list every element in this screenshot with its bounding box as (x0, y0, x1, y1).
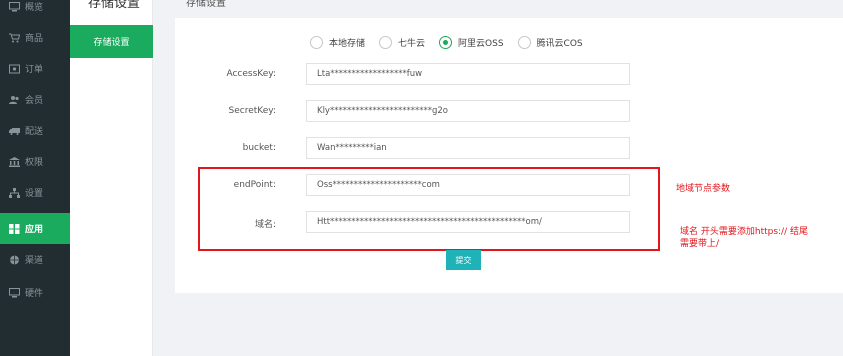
nav-item-label: 商品 (25, 34, 44, 44)
users-icon (9, 95, 20, 105)
order-icon (9, 64, 20, 74)
nav-item-label: 设置 (25, 189, 44, 199)
subnav-item-storage-settings[interactable]: 存储设置 (70, 25, 153, 58)
radio-label: 阿里云OSS (458, 39, 504, 49)
nav-item-label: 权限 (25, 158, 44, 168)
globe-icon (9, 255, 20, 265)
endpoint-annotation: 地域节点参数 (676, 184, 731, 194)
radio-circle[interactable] (310, 36, 323, 49)
annotation-highlight-box (198, 167, 660, 251)
nav-item-products[interactable]: 商品 (0, 22, 70, 53)
radio-qiniu[interactable]: 七牛云 (379, 36, 425, 49)
bucket-input[interactable]: Wan*********ian (306, 137, 630, 159)
bank-icon (9, 156, 20, 167)
page-title: 存储设置 (186, 0, 226, 9)
monitor-icon (9, 287, 20, 298)
nav-item-label: 应用 (25, 225, 44, 235)
radio-label: 本地存储 (329, 39, 366, 49)
apps-icon (9, 223, 20, 234)
nav-item-settings[interactable]: 设置 (0, 177, 70, 208)
nav-item-overview[interactable]: 概览 (0, 0, 70, 22)
nav-item-label: 概览 (25, 3, 44, 13)
sitemap-icon (9, 187, 20, 198)
nav-item-apps[interactable]: 应用 (0, 213, 70, 244)
radio-circle[interactable] (379, 36, 393, 49)
radio-tencent-cos[interactable]: 腾讯云COS (517, 36, 583, 49)
cart-icon (9, 33, 21, 43)
nav-item-orders[interactable]: 订单 (0, 53, 70, 84)
monitor-icon (9, 1, 20, 12)
domain-annotation-line1: 域名 开头需要添加https:// 结尾 (680, 227, 808, 237)
radio-label: 七牛云 (398, 39, 426, 49)
secretkey-input[interactable]: Kly************************g2o (306, 100, 630, 122)
accesskey-input[interactable]: Lta******************fuw (306, 63, 630, 85)
radio-local-storage[interactable]: 本地存储 (310, 36, 365, 49)
main-sidebar: 概览 商品 订单 会员 配送 权限 设置 应用 渠道 硬件 (0, 0, 70, 356)
nav-item-label: 硬件 (25, 289, 44, 299)
nav-item-label: 配送 (25, 127, 44, 137)
radio-label: 腾讯云COS (536, 39, 583, 49)
nav-item-permissions[interactable]: 权限 (0, 146, 70, 177)
radio-circle[interactable] (517, 36, 531, 49)
app-root: 概览 商品 订单 会员 配送 权限 设置 应用 渠道 硬件 存储设置 存储设置 … (0, 0, 843, 356)
secretkey-label: SecretKey: (228, 106, 276, 116)
truck-icon (9, 126, 20, 136)
nav-item-channels[interactable]: 渠道 (0, 244, 70, 275)
secondary-sidebar-title: 存储设置 (88, 0, 141, 11)
secondary-sidebar: 存储设置 存储设置 (70, 0, 153, 356)
accesskey-label: AccessKey: (226, 69, 276, 79)
submit-button[interactable]: 提交 (446, 250, 481, 270)
storage-type-radio-group: 本地存储 七牛云 阿里云OSS 腾讯云COS (310, 36, 583, 49)
nav-item-hardware[interactable]: 硬件 (0, 277, 70, 308)
nav-item-delivery[interactable]: 配送 (0, 115, 70, 146)
nav-item-members[interactable]: 会员 (0, 84, 70, 115)
main-header: 存储设置 (174, 0, 843, 14)
nav-item-label: 渠道 (25, 256, 44, 266)
radio-aliyun-oss[interactable]: 阿里云OSS (439, 36, 504, 49)
radio-circle[interactable] (439, 36, 453, 49)
bucket-label: bucket: (242, 143, 276, 153)
domain-annotation-line2: 需要带上/ (680, 239, 720, 249)
nav-item-label: 订单 (25, 65, 44, 75)
nav-item-label: 会员 (25, 96, 44, 106)
